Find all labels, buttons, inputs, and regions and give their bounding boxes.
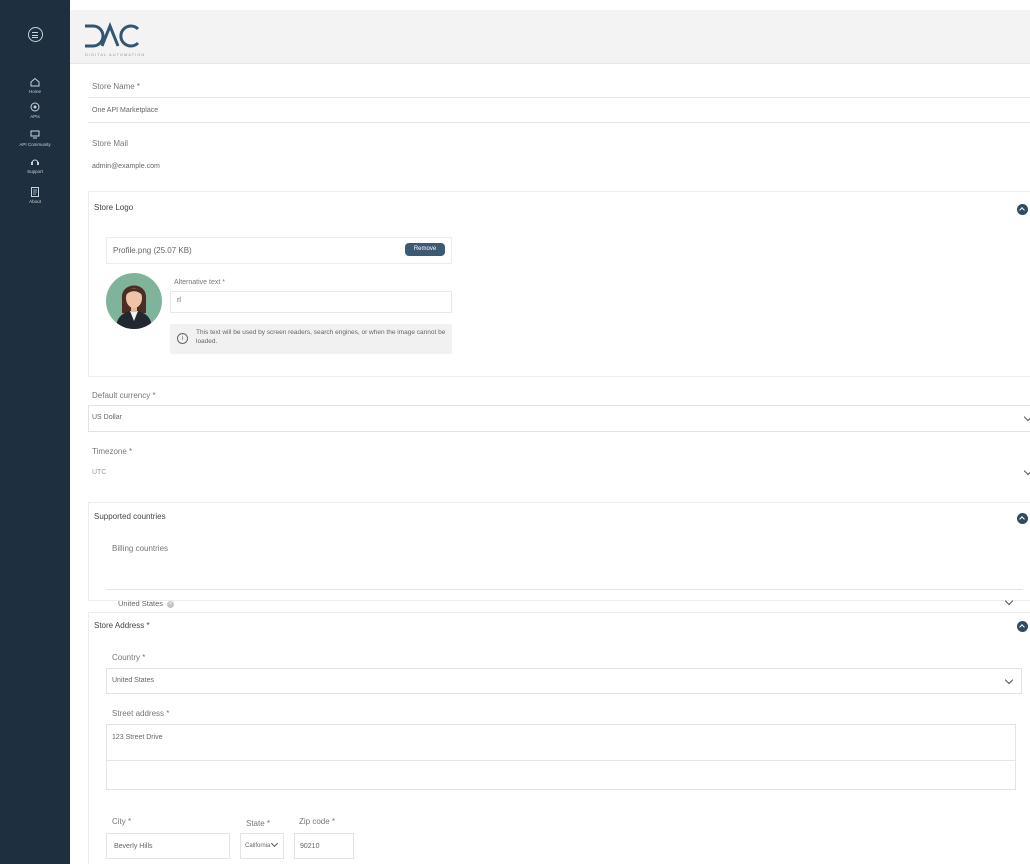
currency-select[interactable] bbox=[88, 405, 1030, 432]
zip-code-label: Zip code * bbox=[299, 817, 336, 826]
street-address-field[interactable] bbox=[106, 724, 1016, 790]
info-text: This text will be used by screen readers… bbox=[196, 329, 446, 345]
logo-file-name: Profile.png (25.07 KB) bbox=[113, 246, 192, 255]
support-icon bbox=[31, 159, 39, 165]
billing-countries-label: Billing countries bbox=[112, 544, 169, 553]
info-icon: i bbox=[177, 333, 188, 344]
sidebar-item-label: API Community bbox=[19, 142, 51, 147]
api-icon bbox=[30, 102, 40, 112]
dac-logo bbox=[85, 22, 140, 48]
timezone-select[interactable]: UTC bbox=[92, 469, 106, 476]
currency-label: Default currency * bbox=[92, 391, 156, 400]
sidebar-item-apis[interactable]: APIs bbox=[0, 101, 70, 119]
country-label: Country * bbox=[112, 653, 146, 662]
menu-icon[interactable] bbox=[28, 27, 43, 42]
divider bbox=[106, 589, 1023, 590]
supported-countries-title: Supported countries bbox=[94, 512, 166, 521]
collapse-icon[interactable] bbox=[1017, 204, 1028, 215]
remove-button[interactable]: Remove bbox=[405, 243, 445, 256]
country-chip[interactable]: United States × bbox=[114, 597, 178, 610]
city-value: Beverly Hills bbox=[114, 843, 153, 850]
top-bar: DIGITAL AUTOMATION bbox=[70, 10, 1030, 64]
person-icon bbox=[116, 285, 152, 329]
country-value: United States bbox=[112, 677, 155, 684]
collapse-icon[interactable] bbox=[1017, 621, 1028, 632]
supported-countries-section bbox=[88, 502, 1030, 601]
collapse-icon[interactable] bbox=[1017, 513, 1028, 524]
sidebar-item-label: Support bbox=[27, 169, 43, 174]
sidebar-item-label: APIs bbox=[30, 114, 40, 119]
store-mail-label: Store Mail bbox=[92, 139, 129, 148]
remove-chip-icon[interactable]: × bbox=[167, 601, 175, 608]
divider bbox=[88, 122, 1030, 123]
timezone-label: Timezone * bbox=[92, 447, 133, 456]
currency-value: US Dollar bbox=[92, 414, 122, 421]
city-label: City * bbox=[112, 817, 132, 826]
sidebar-item-support[interactable]: Support bbox=[0, 156, 70, 174]
store-logo-title: Store Logo bbox=[94, 203, 134, 212]
logo-subtext: DIGITAL AUTOMATION bbox=[85, 52, 146, 57]
about-icon bbox=[31, 187, 39, 197]
sidebar-item-home[interactable]: Home bbox=[0, 76, 70, 94]
sidebar-item-community[interactable]: API Community bbox=[0, 129, 70, 147]
home-icon bbox=[30, 77, 40, 87]
store-name-input[interactable]: One API Marketplace bbox=[92, 107, 158, 114]
street-address-label: Street address * bbox=[112, 709, 170, 718]
chip-label: United States bbox=[118, 599, 164, 608]
zip-code-value: 90210 bbox=[300, 843, 320, 850]
sidebar-item-about[interactable]: About bbox=[0, 186, 70, 204]
store-address-title: Store Address * bbox=[94, 621, 150, 630]
sidebar-item-label: About bbox=[29, 199, 41, 204]
state-value: California bbox=[245, 843, 271, 849]
state-label: State * bbox=[246, 819, 271, 828]
alt-text-label: Alternative text * bbox=[174, 279, 225, 286]
community-icon bbox=[30, 130, 40, 139]
sidebar: Home APIs API Community Support About bbox=[0, 0, 70, 864]
alt-text-field[interactable] bbox=[170, 291, 452, 313]
alt-text-value: rl bbox=[177, 297, 181, 304]
store-mail-value: admin@example.com bbox=[92, 163, 160, 170]
chevron-down-icon bbox=[1023, 466, 1030, 476]
country-select[interactable] bbox=[106, 668, 1022, 694]
info-note: i This text will be used by screen reade… bbox=[170, 324, 452, 354]
divider bbox=[88, 97, 1030, 98]
divider bbox=[106, 760, 1016, 761]
sidebar-item-label: Home bbox=[28, 89, 41, 94]
street-address-value: 123 Street Drive bbox=[112, 734, 163, 741]
store-name-label: Store Name * bbox=[92, 82, 141, 91]
avatar bbox=[106, 273, 162, 329]
